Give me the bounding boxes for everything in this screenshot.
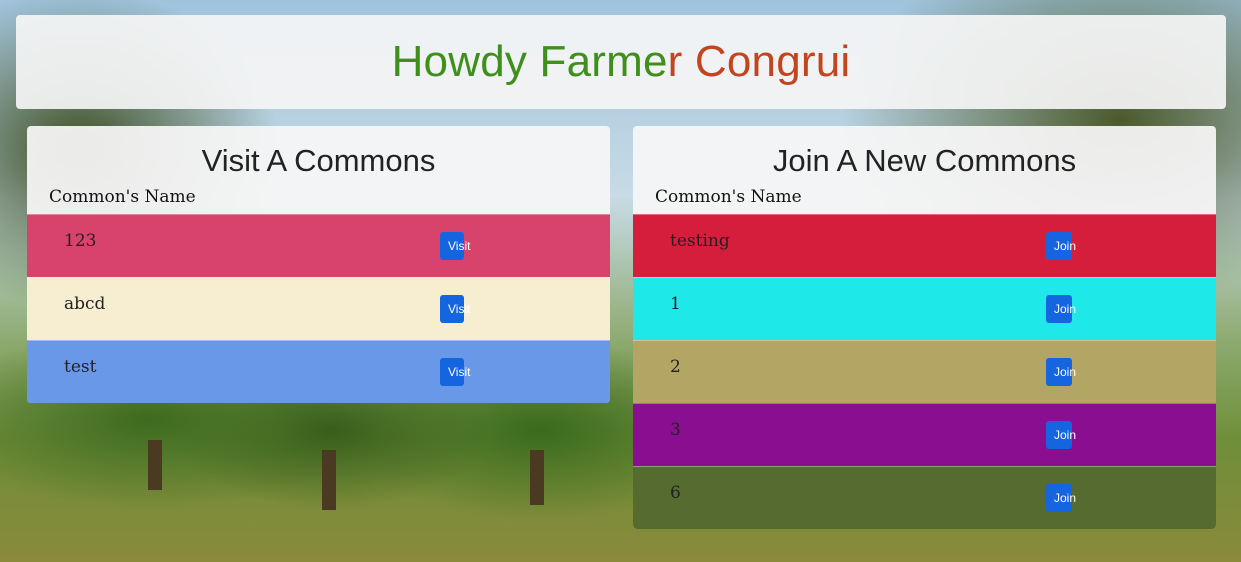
commons-row: 1 Join (633, 277, 1216, 340)
tree-trunk (322, 450, 336, 510)
visit-commons-title: Visit A Commons (201, 143, 436, 178)
commons-row: 123 Visit (27, 214, 610, 277)
commons-row: test Visit (27, 340, 610, 403)
commons-name: abcd (64, 294, 106, 314)
commons-row: 3 Join (633, 403, 1216, 466)
visit-button[interactable]: Visit (440, 232, 470, 260)
commons-row: 6 Join (633, 466, 1216, 529)
greeting-text: Howdy Farme (391, 37, 668, 86)
greeting-last-letter: r (667, 37, 683, 86)
join-commons-list: testing Join 1 Join 2 Join 3 Join 6 Join (633, 214, 1216, 529)
visit-button[interactable]: Visit (440, 295, 470, 323)
tree-trunk (530, 450, 544, 505)
commons-name: 123 (64, 231, 97, 251)
commons-row: testing Join (633, 214, 1216, 277)
greeting-title: Howdy Farmer Congrui (392, 37, 851, 87)
join-column-header: Common's Name (655, 187, 802, 207)
commons-row: abcd Visit (27, 277, 610, 340)
join-button[interactable]: Join (1046, 358, 1076, 386)
visit-button[interactable]: Visit (440, 358, 470, 386)
join-button[interactable]: Join (1046, 421, 1076, 449)
commons-name: 3 (670, 420, 681, 440)
greeting-header: Howdy Farmer Congrui (16, 15, 1226, 109)
join-button[interactable]: Join (1046, 232, 1076, 260)
join-button[interactable]: Join (1046, 295, 1076, 323)
farmer-name: Congrui (682, 37, 851, 86)
commons-name: 6 (670, 483, 681, 503)
tree-trunk (148, 440, 162, 490)
commons-name: testing (670, 231, 730, 251)
commons-row: 2 Join (633, 340, 1216, 403)
commons-name: test (64, 357, 97, 377)
commons-name: 2 (670, 357, 681, 377)
visit-commons-list: 123 Visit abcd Visit test Visit (27, 214, 610, 403)
visit-commons-card: Visit A Commons Common's Name 123 Visit ab… (27, 126, 610, 403)
join-commons-card: Join A New Commons Common's Name testing… (633, 126, 1216, 529)
join-button[interactable]: Join (1046, 484, 1076, 512)
commons-name: 1 (670, 294, 681, 314)
join-commons-title: Join A New Commons (772, 143, 1077, 178)
visit-column-header: Common's Name (49, 187, 196, 207)
